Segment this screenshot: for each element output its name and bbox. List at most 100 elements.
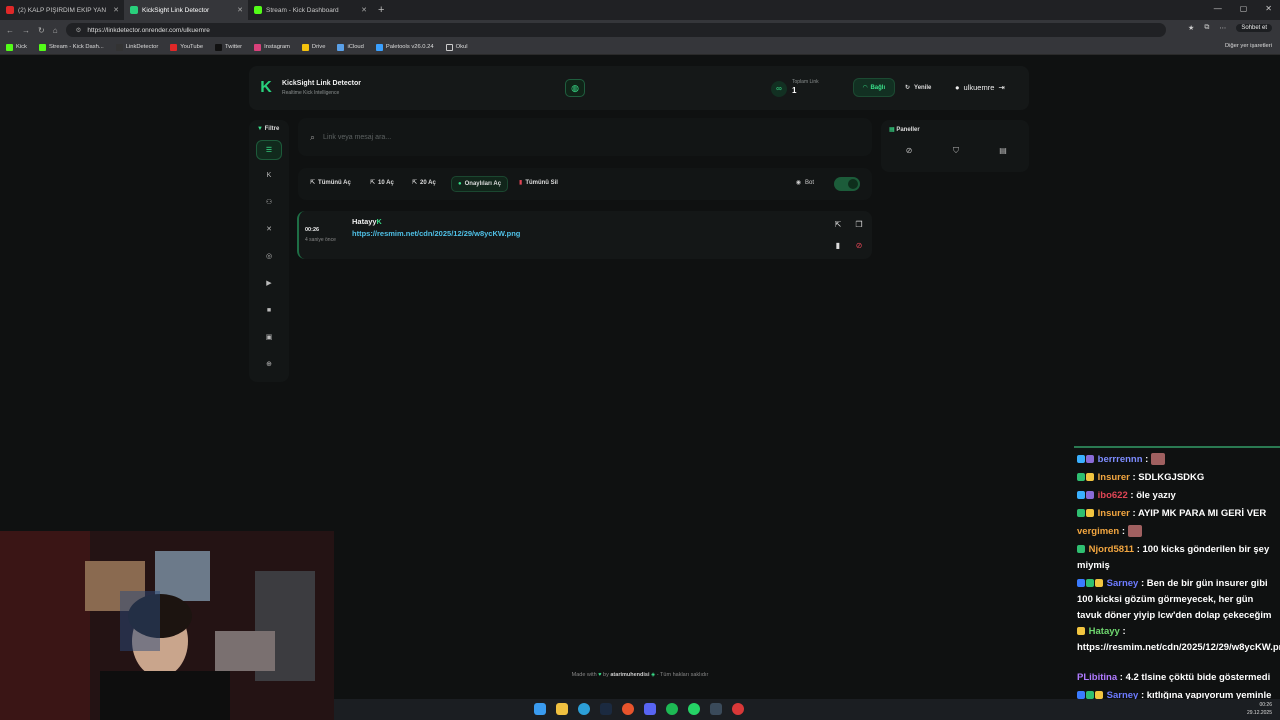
minimize-button[interactable]: —	[1214, 4, 1222, 13]
chat-button[interactable]: Sohbet et	[1236, 24, 1272, 32]
filter-web-button[interactable]: ⊕	[256, 355, 282, 375]
star-icon[interactable]: ★	[1188, 24, 1194, 32]
bookmark-okul[interactable]: Okul	[445, 43, 468, 51]
search-input[interactable]: ⌕ Link veya mesaj ara...	[298, 118, 872, 156]
close-icon[interactable]: ✕	[361, 6, 367, 14]
bookmark-youtube[interactable]: YouTube	[170, 43, 203, 51]
open-all-button[interactable]: ⇱ Tümünü Aç	[310, 179, 351, 187]
filter-x-button[interactable]: ✕	[256, 220, 282, 240]
footer-author[interactable]: atarimuhendisi	[610, 672, 649, 678]
maximize-button[interactable]: ▢	[1240, 4, 1248, 13]
trash-panel-button[interactable]: ▤	[996, 144, 1010, 158]
logout-icon[interactable]: ⇥	[998, 83, 1004, 92]
trash-icon: ▮	[835, 241, 841, 250]
youtube-icon	[170, 43, 178, 51]
shield-panel-button[interactable]: ⛉	[949, 144, 963, 158]
link-author: HatayyK	[352, 217, 382, 226]
firefox-icon[interactable]	[622, 703, 634, 715]
extensions-icon[interactable]: ⧉	[1204, 24, 1209, 32]
refresh-button[interactable]: ↻ Yenile	[905, 78, 931, 97]
bookmark-instagram[interactable]: Instagram	[254, 43, 290, 51]
tab-kick-dashboard[interactable]: Stream - Kick Dashboard ✕	[248, 0, 372, 20]
link-url[interactable]: https://resmim.net/cdn/2025/12/29/w8ycKW…	[352, 229, 520, 238]
other-bookmarks[interactable]: Diğer yer işaretleri	[1225, 43, 1272, 49]
filter-users-button[interactable]: ⚇	[256, 193, 282, 213]
webcam-overlay	[0, 531, 334, 720]
forward-icon[interactable]: →	[22, 26, 30, 35]
bookmark-twitter[interactable]: Twitter	[215, 43, 242, 51]
blocked-panel-button[interactable]: ⊘	[902, 144, 916, 158]
kick-icon	[6, 43, 13, 51]
back-icon[interactable]: ←	[6, 26, 14, 35]
whatsapp-icon[interactable]	[688, 703, 700, 715]
site-info-icon[interactable]: ⚙	[76, 26, 82, 34]
bookmark-paletools[interactable]: Paletools v26.0.24	[375, 43, 434, 51]
system-clock[interactable]: 00:26 29.12.2025	[1247, 701, 1272, 717]
filter-all-button[interactable]: ☰	[256, 140, 282, 160]
bot-toggle[interactable]	[834, 177, 860, 191]
refresh-icon: ↻	[905, 85, 911, 91]
user-menu[interactable]: ● ulkuemre ⇥	[955, 78, 1005, 97]
chat-message: Sarney : Ben de bir gün insurer gibi 100…	[1077, 578, 1272, 621]
connection-status-button[interactable]: ◠ Bağlı	[853, 78, 895, 97]
page-footer: Made with ♥ by atarimuhendisi ◈ - Tüm ha…	[571, 672, 709, 678]
bookmark-icloud[interactable]: iCloud	[337, 43, 364, 51]
bookmark-linkdetector[interactable]: LinkDetector	[115, 43, 158, 51]
bookmark-drive[interactable]: Drive	[301, 43, 325, 51]
instagram-icon	[254, 43, 262, 51]
delete-all-button[interactable]: ▮ Tümünü Sil	[519, 179, 558, 187]
filter-instagram-button[interactable]: ◎	[256, 247, 282, 267]
folder-icon	[445, 43, 453, 51]
kick-badge-icon: K	[376, 219, 382, 226]
badge-icon	[1077, 545, 1085, 554]
app-icon[interactable]	[710, 703, 722, 715]
menu-icon[interactable]: ⋯	[1219, 24, 1226, 32]
open-approved-button[interactable]: ● Onaylıları Aç	[451, 176, 509, 192]
open-10-button[interactable]: ⇱ 10 Aç	[370, 179, 394, 187]
external-link-icon: ⇱	[310, 180, 316, 186]
filter-image-button[interactable]: ▣	[256, 328, 282, 348]
chat-message: berrrennn :	[1077, 452, 1277, 468]
badge-icon	[1077, 627, 1085, 636]
filter-youtube-button[interactable]: ▶	[256, 274, 282, 294]
discord-icon[interactable]	[644, 703, 656, 715]
chat-message: PLibitina : 4.2 tlsine çöktü bide göster…	[1077, 672, 1271, 683]
tab-youtube[interactable]: (2) KALP PİŞİRDİM EKİP YAN YATTI✕	[0, 0, 124, 20]
delete-link-button[interactable]: ▮	[832, 240, 844, 252]
filter-kick-button[interactable]: K	[256, 166, 282, 186]
theme-button[interactable]: ◍	[565, 79, 585, 97]
steam-icon[interactable]	[600, 703, 612, 715]
brand-subtitle: Realtime Kick Intelligence	[282, 90, 340, 96]
start-icon[interactable]	[534, 703, 546, 715]
edge-icon[interactable]	[578, 703, 590, 715]
actions-toolbar: ⇱ Tümünü Aç ⇱ 10 Aç ⇱ 20 Aç ● Onaylıları Aç …	[298, 168, 872, 200]
close-icon[interactable]: ✕	[113, 6, 119, 14]
explorer-icon[interactable]	[556, 703, 568, 715]
close-window-button[interactable]: ✕	[1265, 4, 1272, 13]
url-field[interactable]: ⚙ https://linkdetector.onrender.com/ulkue…	[65, 23, 1166, 37]
new-tab-button[interactable]: +	[378, 4, 384, 16]
tab-strip: (2) KALP PİŞİRDİM EKİP YAN YATTI✕ KickSi…	[0, 0, 1280, 20]
filter-icon: ▼	[257, 126, 263, 132]
badge-icon	[1077, 509, 1085, 518]
open-link-button[interactable]: ⇱	[832, 219, 844, 231]
close-icon[interactable]: ✕	[237, 6, 243, 14]
link-time: 00:26	[305, 227, 320, 233]
bookmark-stream[interactable]: Stream - Kick Dash...	[38, 43, 104, 51]
kick-icon	[38, 43, 46, 51]
filter-video-button[interactable]: ■	[256, 301, 282, 321]
open-20-button[interactable]: ⇱ 20 Aç	[412, 179, 436, 187]
block-link-button[interactable]: ⊘	[853, 240, 865, 252]
badge-icon	[1077, 473, 1085, 482]
tab-kicksight[interactable]: KickSight Link Detector ✕	[124, 0, 248, 20]
trash-icon: ▤	[999, 146, 1007, 155]
spotify-icon[interactable]	[666, 703, 678, 715]
chrome-icon[interactable]	[732, 703, 744, 715]
external-link-icon: ⇱	[412, 180, 418, 186]
copy-link-button[interactable]: ❐	[853, 219, 865, 231]
search-icon: ⌕	[310, 131, 316, 142]
reload-icon[interactable]: ↻	[38, 26, 45, 35]
bookmark-kick[interactable]: Kick	[6, 43, 27, 51]
stream-chat: berrrennn : Insurer : SDLKGJSDKG ibo622 …	[1074, 446, 1280, 720]
home-icon[interactable]: ⌂	[53, 26, 58, 35]
